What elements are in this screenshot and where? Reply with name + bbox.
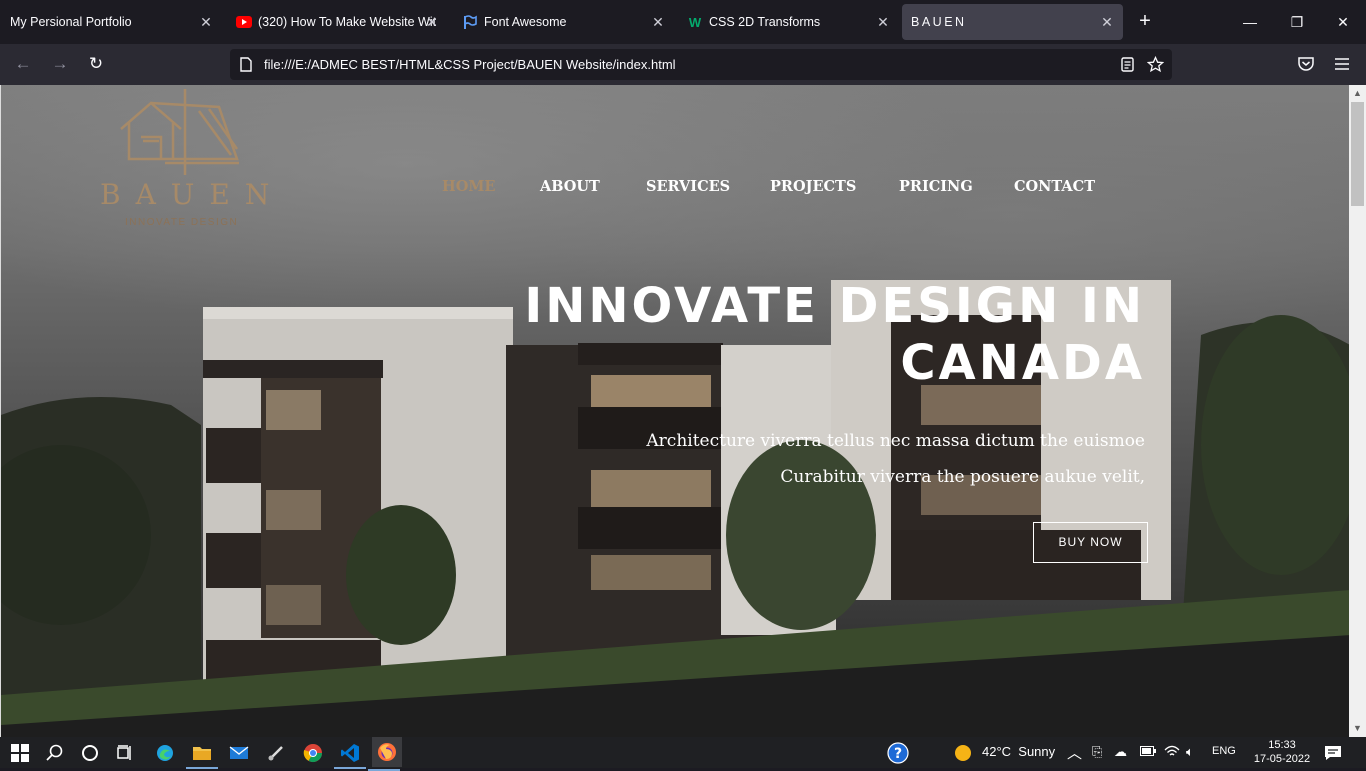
weather-text[interactable]: 42°C Sunny	[982, 744, 1055, 759]
url-bar[interactable]: file:///E:/ADMEC BEST/HTML&CSS Project/B…	[230, 49, 1172, 80]
chevron-up-icon[interactable]: ︿	[1067, 742, 1082, 763]
tab-bar: My Persional Portfolio ✕ (320) How To Ma…	[0, 0, 1366, 44]
w3schools-icon: W	[688, 14, 702, 30]
back-icon[interactable]: ←	[12, 53, 34, 75]
svg-text:?: ?	[894, 746, 902, 762]
flag-icon	[462, 14, 478, 30]
forward-icon[interactable]: →	[49, 53, 71, 75]
hero-text-line2: Curabitur viverra the posuere aukue veli…	[780, 467, 1145, 487]
tab-label: Font Awesome	[484, 15, 567, 29]
page-viewport: BAUEN INNOVATE DESIGN HOME ABOUT SERVICE…	[0, 85, 1349, 737]
vertical-scrollbar[interactable]: ▲ ▼	[1349, 85, 1366, 737]
wifi-icon[interactable]	[1164, 744, 1180, 761]
tab-youtube[interactable]: (320) How To Make Website Wit ✕	[226, 4, 446, 40]
tab-close-icon[interactable]: ✕	[875, 14, 891, 30]
battery-icon[interactable]	[1140, 744, 1156, 759]
tab-close-icon[interactable]: ✕	[424, 14, 440, 30]
volume-icon[interactable]: 🔈︎	[1186, 744, 1194, 760]
new-tab-button[interactable]: +	[1134, 11, 1156, 33]
buy-now-button[interactable]: BUY NOW	[1033, 522, 1148, 563]
logo-subtitle: INNOVATE DESIGN	[125, 217, 239, 228]
chrome-icon[interactable]	[301, 741, 325, 765]
hero-title-line1: INNOVATE DESIGN IN	[524, 278, 1145, 334]
tab-close-icon[interactable]: ✕	[650, 14, 666, 30]
windows-taskbar: ? 42°C Sunny ︿ ⎘ ☁ 🔈︎ ENG 15:33 17-05-20…	[0, 737, 1366, 771]
hero-title-line2: CANADA	[900, 335, 1145, 391]
hero-text-line1: Architecture viverra tellus nec massa di…	[646, 431, 1145, 451]
pocket-icon[interactable]	[1297, 55, 1315, 73]
scrollbar-thumb[interactable]	[1351, 102, 1364, 206]
vscode-icon[interactable]	[334, 741, 366, 769]
firefox-icon[interactable]	[368, 737, 402, 771]
search-icon[interactable]	[43, 741, 67, 765]
tab-portfolio[interactable]: My Persional Portfolio ✕	[0, 4, 222, 40]
tab-close-icon[interactable]: ✕	[1099, 14, 1115, 30]
edge-icon[interactable]	[153, 741, 177, 765]
reader-view-icon[interactable]	[1119, 56, 1136, 73]
url-text[interactable]: file:///E:/ADMEC BEST/HTML&CSS Project/B…	[264, 57, 676, 72]
language-indicator[interactable]: ENG	[1212, 745, 1236, 757]
mail-icon[interactable]	[227, 741, 251, 765]
nav-home[interactable]: HOME	[442, 178, 495, 195]
tab-label: My Persional Portfolio	[10, 15, 132, 29]
notifications-icon[interactable]	[1321, 741, 1345, 765]
nav-contact[interactable]: CONTACT	[1014, 178, 1095, 195]
tab-font-awesome[interactable]: Font Awesome ✕	[452, 4, 674, 40]
nav-about[interactable]: ABOUT	[540, 178, 600, 195]
tab-bauen[interactable]: BAUEN ✕	[902, 4, 1123, 40]
clock[interactable]: 15:33 17-05-2022	[1249, 738, 1315, 766]
tab-close-icon[interactable]: ✕	[198, 14, 214, 30]
nav-pricing[interactable]: PRICING	[899, 178, 973, 195]
page-icon	[240, 57, 252, 72]
hero-title: INNOVATE DESIGN IN CANADA	[505, 278, 1145, 392]
help-icon[interactable]: ?	[886, 741, 910, 765]
nav-projects[interactable]: PROJECTS	[770, 178, 856, 195]
scroll-down-icon[interactable]: ▼	[1349, 720, 1366, 737]
clock-date: 17-05-2022	[1253, 753, 1311, 765]
paint-tool-icon[interactable]	[264, 741, 288, 765]
tab-label: CSS 2D Transforms	[709, 15, 821, 29]
task-view-icon[interactable]	[113, 741, 137, 765]
restore-icon[interactable]: ❐	[1287, 12, 1307, 32]
menu-icon[interactable]	[1333, 55, 1351, 73]
youtube-icon	[236, 14, 252, 30]
navigation-bar: ← → ↻ file:///E:/ADMEC BEST/HTML&CSS Pro…	[0, 44, 1366, 85]
file-explorer-icon[interactable]	[186, 741, 218, 769]
reload-icon[interactable]: ↻	[85, 53, 107, 75]
tab-label: (320) How To Make Website Wit	[258, 15, 437, 29]
logo-title[interactable]: BAUEN	[100, 178, 284, 211]
weather-sun-icon[interactable]	[951, 741, 975, 765]
window-close-icon[interactable]: ✕	[1333, 12, 1353, 32]
clock-time: 15:33	[1268, 739, 1296, 751]
minimize-icon[interactable]: —	[1240, 12, 1260, 32]
bookmark-star-icon[interactable]	[1147, 56, 1164, 73]
scroll-up-icon[interactable]: ▲	[1349, 85, 1366, 102]
windows-start-icon[interactable]	[8, 741, 32, 765]
tab-css-transforms[interactable]: W CSS 2D Transforms ✕	[677, 4, 899, 40]
nav-services[interactable]: SERVICES	[646, 178, 730, 195]
onedrive-cloud-icon[interactable]: ☁	[1114, 744, 1127, 760]
meet-now-icon[interactable]: ⎘	[1092, 744, 1102, 760]
tab-label: BAUEN	[911, 15, 967, 29]
cortana-icon[interactable]	[78, 741, 102, 765]
